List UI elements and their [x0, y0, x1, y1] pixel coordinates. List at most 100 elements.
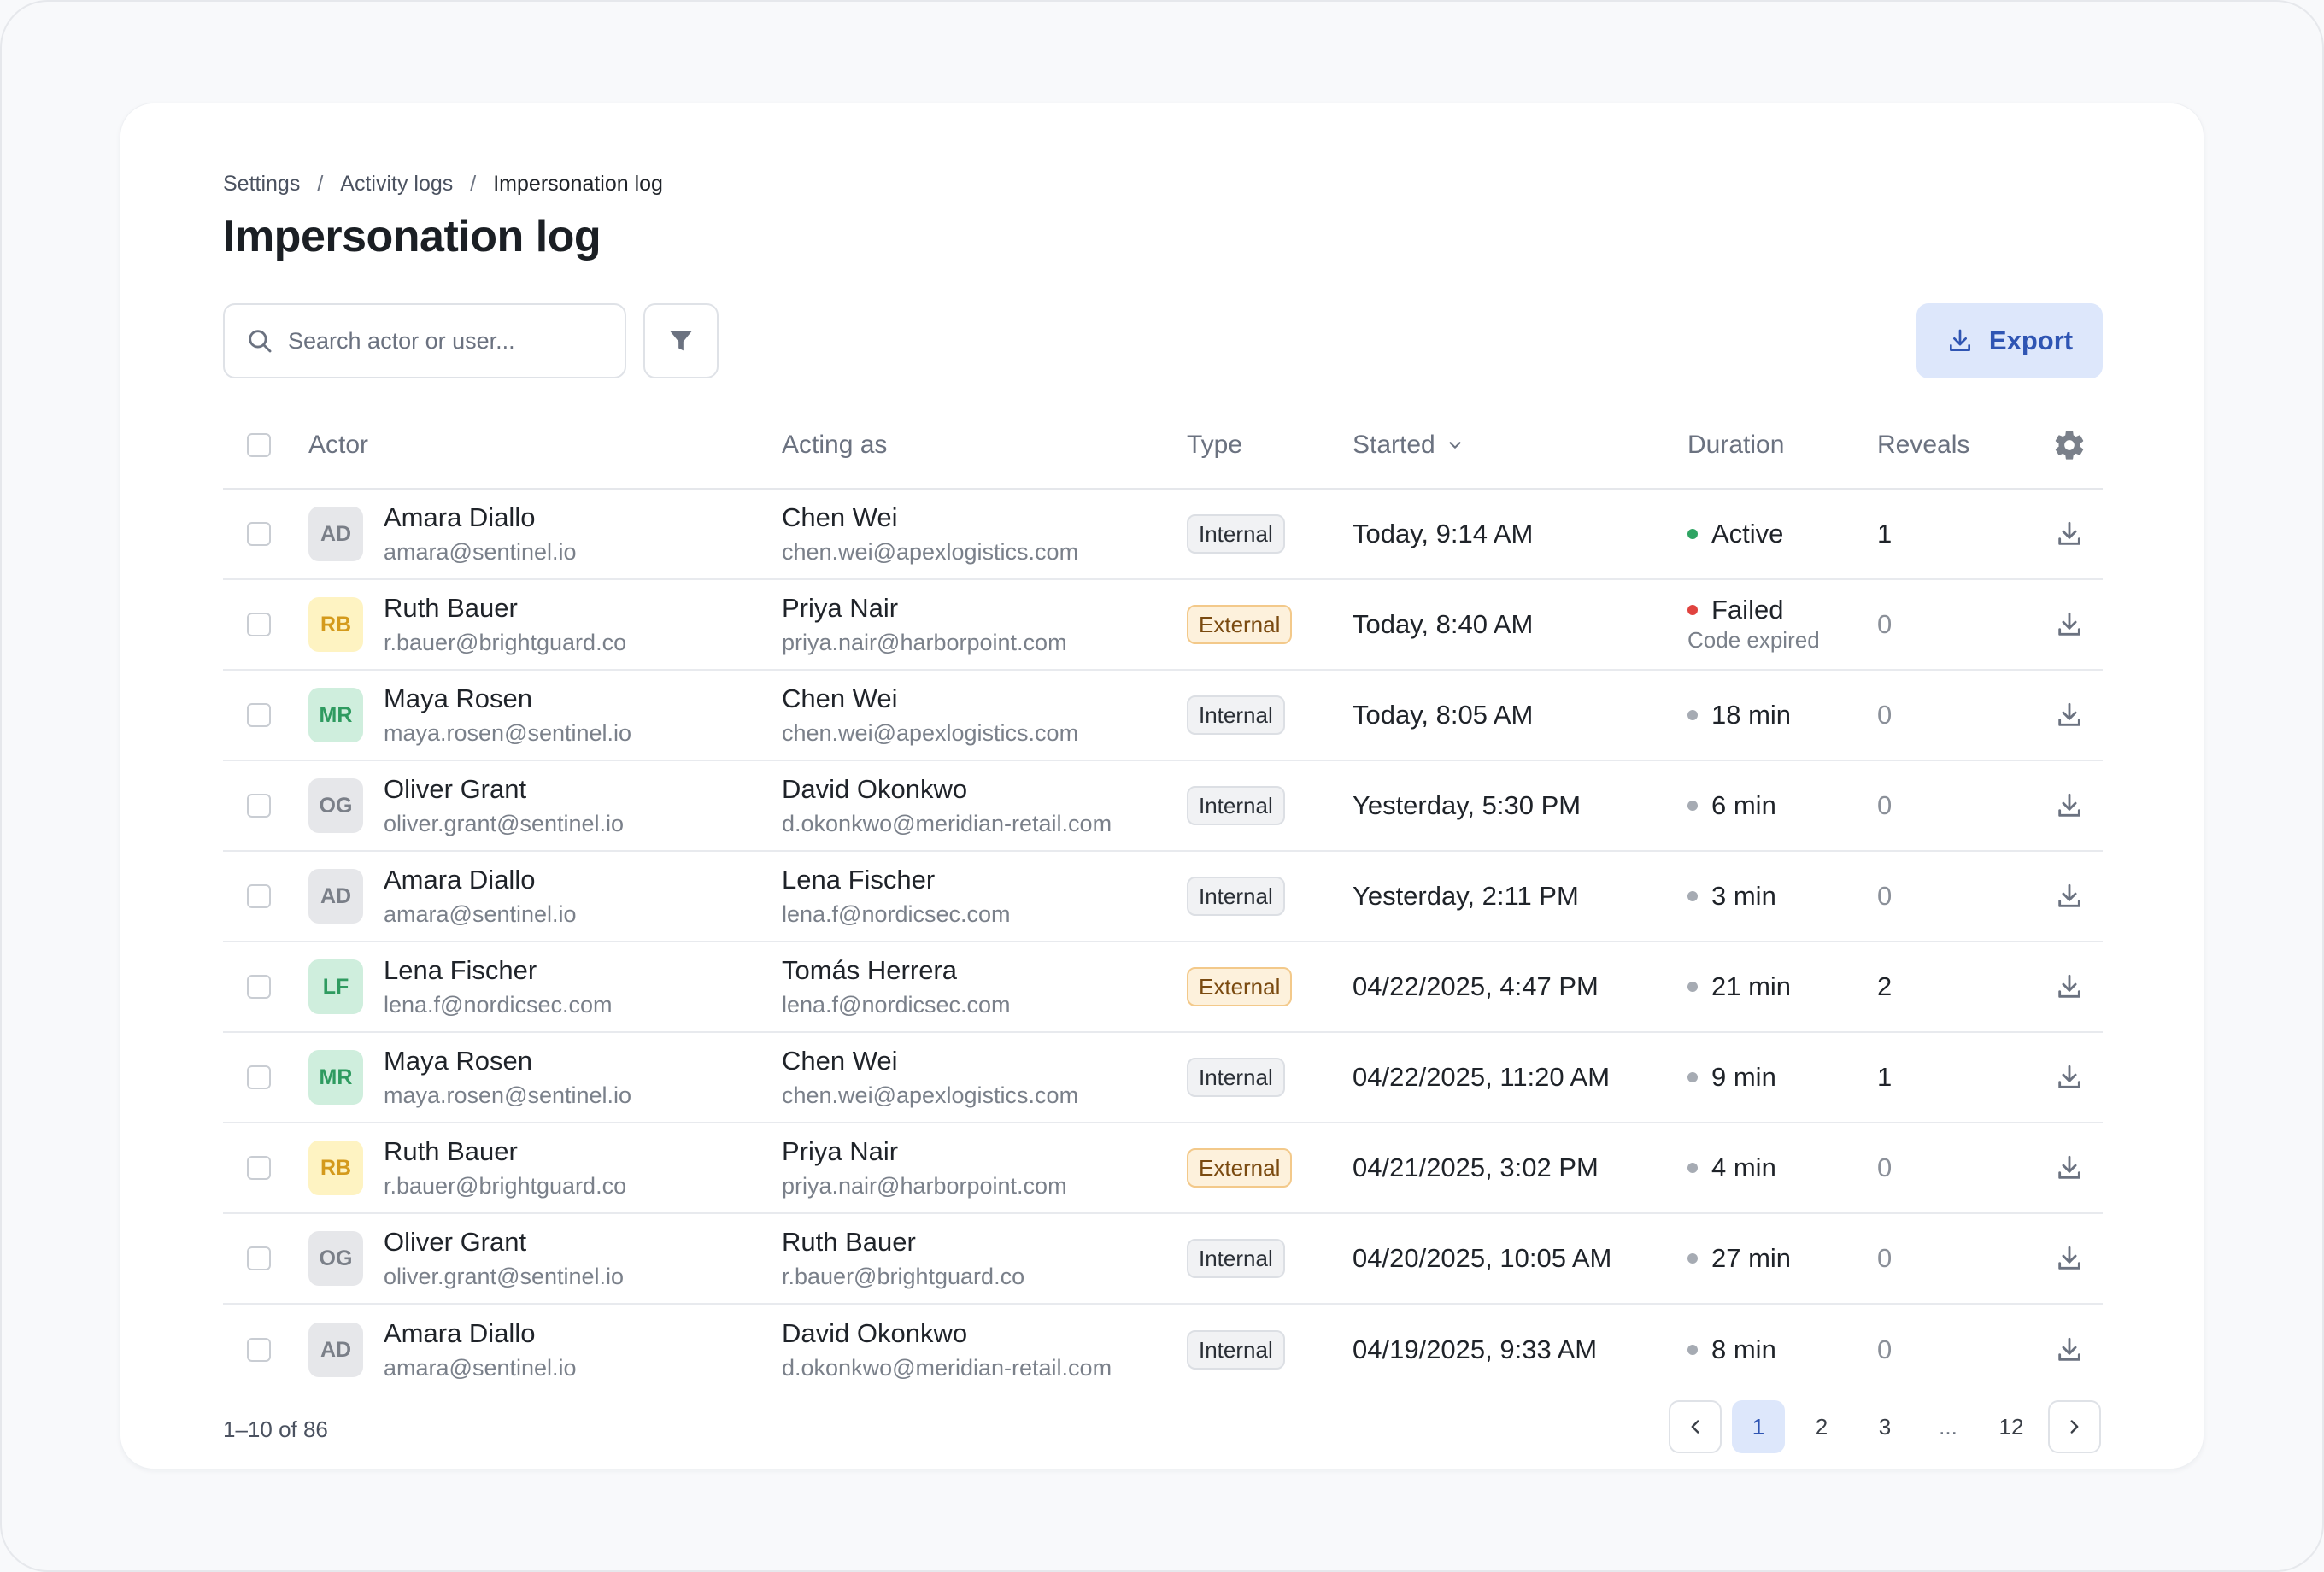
search-input[interactable]	[288, 327, 613, 355]
row-checkbox[interactable]	[247, 1065, 271, 1089]
row-checkbox[interactable]	[247, 794, 271, 818]
actor-email: oliver.grant@sentinel.io	[384, 1264, 625, 1289]
started-time: Today, 8:40 AM	[1353, 609, 1534, 639]
row-checkbox[interactable]	[247, 703, 271, 727]
status-dot	[1687, 801, 1698, 811]
download-icon[interactable]	[2055, 791, 2084, 820]
download-icon[interactable]	[2055, 519, 2084, 548]
type-badge: Internal	[1187, 1330, 1285, 1370]
page-button[interactable]: 3	[1858, 1400, 1911, 1453]
actor-email: amara@sentinel.io	[384, 1355, 577, 1381]
started-time: Yesterday, 2:11 PM	[1353, 881, 1579, 911]
avatar: OG	[308, 1231, 363, 1286]
actor-email: maya.rosen@sentinel.io	[384, 1082, 632, 1108]
page-button[interactable]: 12	[1985, 1400, 2038, 1453]
column-header-type[interactable]: Type	[1187, 431, 1353, 460]
impersonation-table: Actor Acting as Type Started Duration Re…	[223, 402, 2103, 1395]
download-icon[interactable]	[2055, 1335, 2084, 1364]
table-row[interactable]: LF Lena Fischer lena.f@nordicsec.com Tom…	[223, 942, 2103, 1033]
actor-email: lena.f@nordicsec.com	[384, 992, 613, 1018]
actor-name: Lena Fischer	[384, 955, 537, 985]
table-row[interactable]: MR Maya Rosen maya.rosen@sentinel.io Che…	[223, 1033, 2103, 1123]
started-time: 04/21/2025, 3:02 PM	[1353, 1153, 1599, 1182]
download-icon[interactable]	[2055, 701, 2084, 730]
duration-status: 4 min	[1687, 1153, 1877, 1183]
download-icon[interactable]	[2055, 882, 2084, 911]
duration-value: 8 min	[1711, 1334, 1776, 1364]
table-row[interactable]: OG Oliver Grant oliver.grant@sentinel.io…	[223, 1214, 2103, 1305]
duration-value: 6 min	[1711, 790, 1776, 820]
started-time: Today, 8:05 AM	[1353, 700, 1534, 730]
column-header-actor[interactable]: Actor	[308, 431, 782, 460]
gear-icon[interactable]	[2052, 428, 2086, 462]
reveals-count: 0	[1877, 700, 1893, 730]
started-time: 04/22/2025, 4:47 PM	[1353, 971, 1599, 1001]
breadcrumb-activity-logs[interactable]: Activity logs	[340, 172, 453, 196]
reveals-count: 0	[1877, 1153, 1893, 1182]
row-checkbox[interactable]	[247, 1338, 271, 1362]
page-button[interactable]: 1	[1732, 1400, 1785, 1453]
actor-name: Amara Diallo	[384, 865, 536, 895]
column-header-started-label: Started	[1353, 431, 1435, 459]
row-checkbox[interactable]	[247, 1156, 271, 1180]
prev-page-button[interactable]	[1669, 1400, 1722, 1453]
acting-as-email: lena.f@nordicsec.com	[782, 901, 1011, 927]
table-row[interactable]: AD Amara Diallo amara@sentinel.io Chen W…	[223, 490, 2103, 580]
download-icon[interactable]	[2055, 1244, 2084, 1273]
column-header-started[interactable]: Started	[1353, 431, 1687, 460]
reveals-count: 1	[1877, 519, 1893, 548]
reveals-count: 0	[1877, 1243, 1893, 1273]
acting-as-email: lena.f@nordicsec.com	[782, 992, 1011, 1018]
row-checkbox[interactable]	[247, 975, 271, 999]
duration-status: 9 min	[1687, 1062, 1877, 1093]
type-badge: Internal	[1187, 877, 1285, 916]
duration-value: 9 min	[1711, 1062, 1776, 1092]
acting-as-name: Lena Fischer	[782, 865, 936, 895]
duration-status: Active	[1687, 519, 1877, 549]
select-all-checkbox[interactable]	[247, 433, 271, 457]
filter-button[interactable]	[643, 303, 719, 378]
breadcrumb-separator: /	[317, 171, 324, 196]
row-checkbox[interactable]	[247, 613, 271, 636]
acting-as-email: chen.wei@apexlogistics.com	[782, 720, 1079, 746]
table-row[interactable]: OG Oliver Grant oliver.grant@sentinel.io…	[223, 761, 2103, 852]
started-time: 04/19/2025, 9:33 AM	[1353, 1334, 1598, 1364]
table-row[interactable]: RB Ruth Bauer r.bauer@brightguard.co Pri…	[223, 580, 2103, 671]
type-badge: External	[1187, 605, 1293, 644]
filter-icon	[670, 331, 692, 351]
duration-status: Failed	[1687, 595, 1877, 625]
acting-as-name: Chen Wei	[782, 1046, 898, 1076]
status-dot	[1687, 1163, 1698, 1173]
duration-status: 3 min	[1687, 881, 1877, 912]
row-checkbox[interactable]	[247, 522, 271, 546]
actor-name: Ruth Bauer	[384, 593, 518, 623]
column-header-duration[interactable]: Duration	[1687, 431, 1877, 460]
table-row[interactable]: AD Amara Diallo amara@sentinel.io David …	[223, 1305, 2103, 1395]
started-time: Yesterday, 5:30 PM	[1353, 790, 1582, 820]
duration-status: 8 min	[1687, 1334, 1877, 1365]
next-page-button[interactable]	[2048, 1400, 2101, 1453]
duration-value: 18 min	[1711, 700, 1792, 730]
table-row[interactable]: RB Ruth Bauer r.bauer@brightguard.co Pri…	[223, 1123, 2103, 1214]
duration-value: 27 min	[1711, 1243, 1792, 1273]
table-row[interactable]: AD Amara Diallo amara@sentinel.io Lena F…	[223, 852, 2103, 942]
column-header-reveals[interactable]: Reveals	[1877, 431, 2036, 460]
actor-name: Oliver Grant	[384, 1227, 527, 1257]
started-time: Today, 9:14 AM	[1353, 519, 1534, 548]
row-checkbox[interactable]	[247, 884, 271, 908]
row-checkbox[interactable]	[247, 1246, 271, 1270]
page-button[interactable]: 2	[1795, 1400, 1848, 1453]
download-icon[interactable]	[2055, 1153, 2084, 1182]
export-label: Export	[1988, 326, 2074, 355]
export-button[interactable]: Export	[1916, 303, 2103, 378]
download-icon[interactable]	[2055, 972, 2084, 1001]
column-header-acting-as[interactable]: Acting as	[782, 431, 1187, 460]
download-icon[interactable]	[2055, 610, 2084, 639]
search-box[interactable]	[223, 303, 626, 378]
reveals-count: 0	[1877, 609, 1893, 639]
breadcrumb-separator: /	[470, 171, 477, 196]
table-row[interactable]: MR Maya Rosen maya.rosen@sentinel.io Che…	[223, 671, 2103, 761]
breadcrumb-settings[interactable]: Settings	[223, 172, 300, 196]
download-icon[interactable]	[2055, 1063, 2084, 1092]
started-time: 04/20/2025, 10:05 AM	[1353, 1243, 1612, 1273]
